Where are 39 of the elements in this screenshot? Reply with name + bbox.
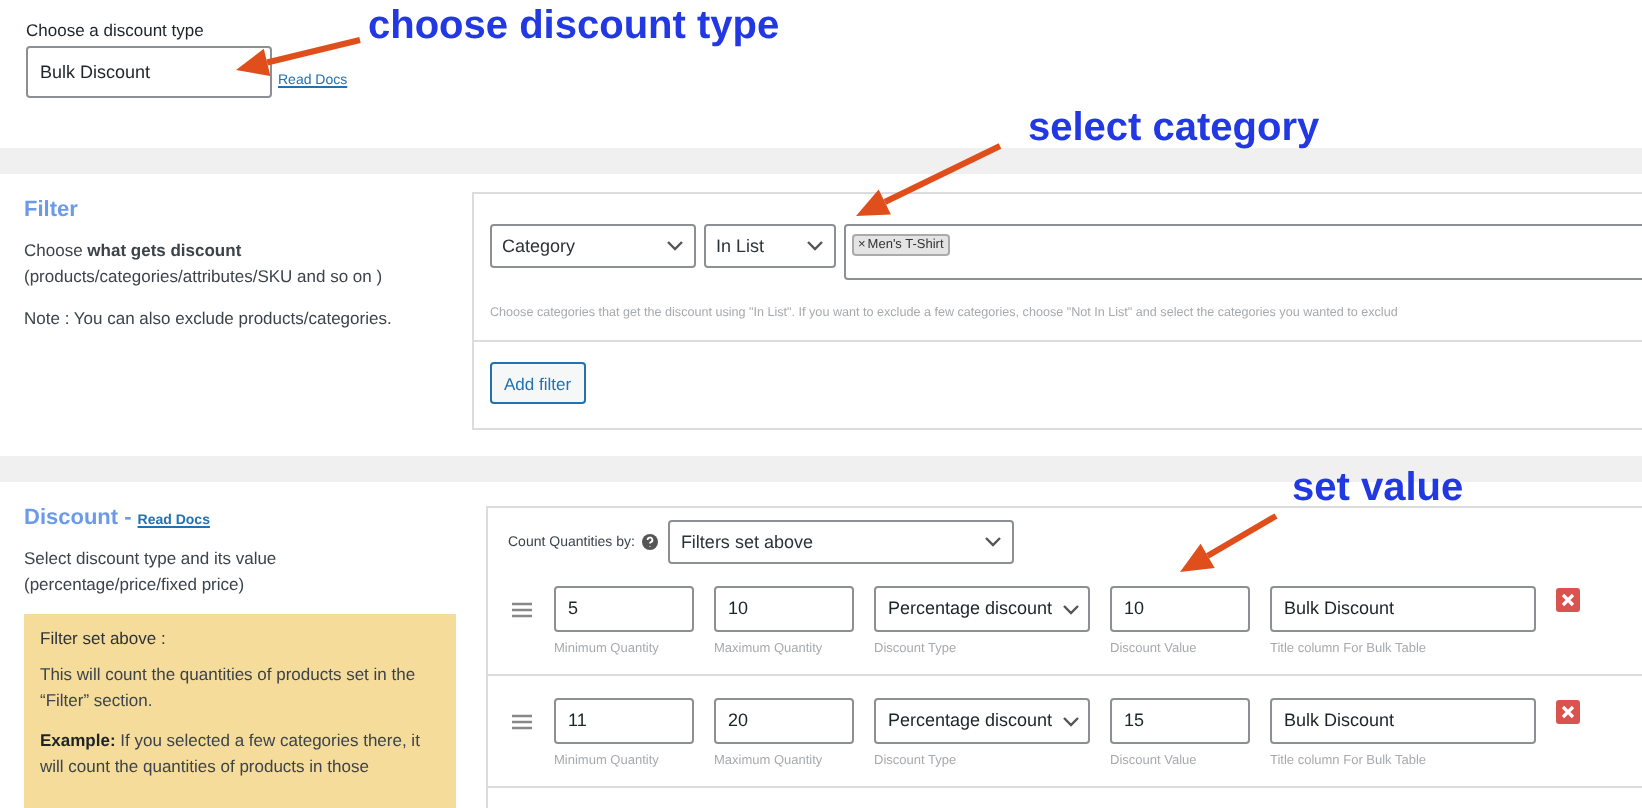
discount-type-select[interactable]: Percentage discount (874, 586, 1090, 632)
operator-select[interactable]: In List (704, 224, 836, 268)
number-field[interactable]: 11 (554, 698, 694, 744)
annotation-text: select category (1028, 106, 1320, 152)
chevron-down-icon (666, 240, 684, 252)
chevron-down-icon (1062, 715, 1080, 727)
add-filter-button[interactable]: Add filter (490, 362, 586, 404)
discount-type-select[interactable]: Percentage discount (874, 698, 1090, 744)
section-title: Discount - (24, 506, 132, 530)
note-text: Note : You can also exclude products/categories. (24, 306, 394, 332)
chevron-down-icon (1062, 603, 1080, 615)
info-text: This will count the quantities of products set in the “Filter” section. (40, 662, 418, 714)
number-field[interactable]: 10 (1110, 586, 1250, 632)
drag-handle-icon[interactable] (512, 602, 532, 618)
help-icon[interactable] (642, 534, 659, 550)
description-text: Choose what gets discount (products/categories/attributes/SKU and so on ) (24, 238, 385, 290)
info-text: Example: If you selected a few categories there, it will count the quantities of products in those (40, 728, 422, 780)
title-field[interactable]: Bulk Discount (1270, 698, 1536, 744)
info-title: Filter set above : (40, 628, 168, 648)
annotation-text: choose discount type (368, 4, 780, 50)
delete-icon[interactable] (1556, 700, 1580, 724)
annotation-arrow (1180, 513, 1278, 572)
chevron-down-icon (984, 536, 1003, 548)
section-title: Filter (24, 198, 80, 222)
annotation-arrow (236, 37, 361, 77)
delete-icon[interactable] (1556, 588, 1580, 612)
number-field[interactable]: 5 (554, 586, 694, 632)
number-field[interactable]: 20 (714, 698, 854, 744)
number-field[interactable]: 15 (1110, 698, 1250, 744)
annotation-text: set value (1292, 466, 1464, 512)
title-field[interactable]: Bulk Discount (1270, 586, 1536, 632)
field-label: Choose a discount type (26, 20, 204, 40)
chevron-down-icon (806, 240, 824, 252)
number-field[interactable]: 10 (714, 586, 854, 632)
discount-type-field[interactable]: Bulk Discount (26, 46, 272, 98)
drag-handle-icon[interactable] (512, 714, 532, 730)
filter-type-select[interactable]: Category (490, 224, 696, 268)
count-select[interactable]: Filters set above (668, 520, 1015, 564)
description-text: Select discount type and its value (percentage/price/fixed price) (24, 546, 279, 598)
